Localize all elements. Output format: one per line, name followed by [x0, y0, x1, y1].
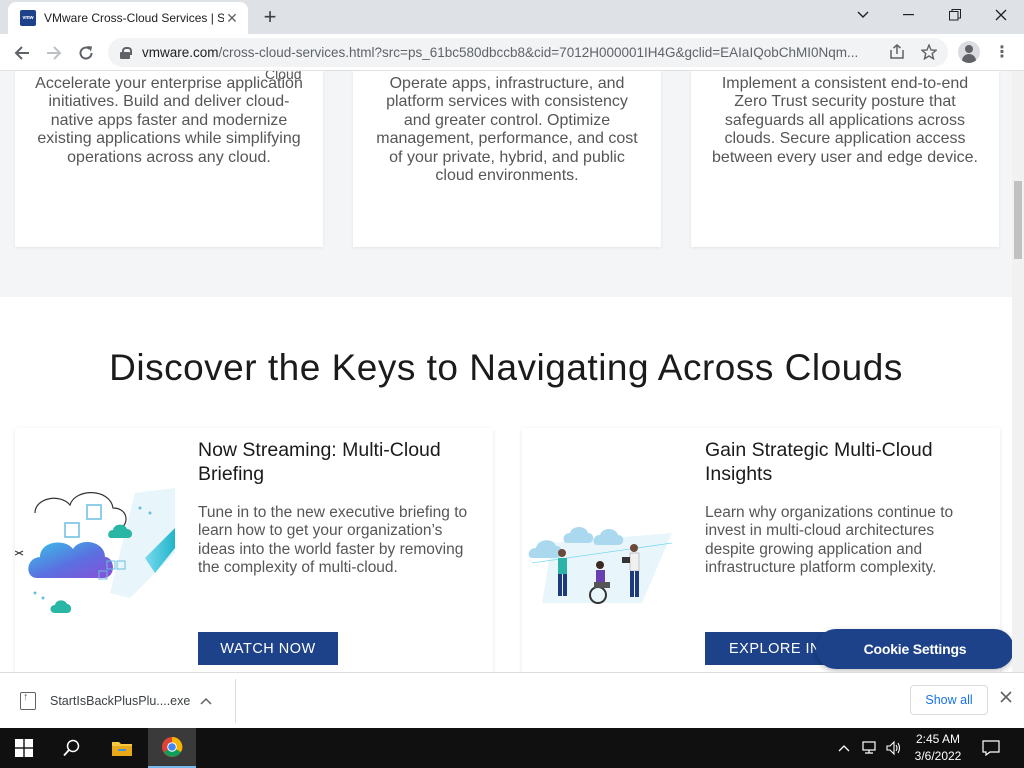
- clock-date: 3/6/2022: [914, 749, 962, 763]
- feature-card-apps: Cloud Accelerate your enterprise applica…: [15, 71, 323, 247]
- chrome-taskbar-icon[interactable]: [148, 728, 196, 768]
- profile-avatar-icon[interactable]: [958, 41, 980, 63]
- clock-time: 2:45 AM: [915, 732, 961, 746]
- network-icon[interactable]: [862, 728, 880, 768]
- watch-now-button[interactable]: WATCH NOW: [198, 632, 338, 665]
- section-title: Discover the Keys to Navigating Across C…: [109, 347, 903, 388]
- address-bar[interactable]: vmware.com/cross-cloud-services.html?src…: [108, 38, 948, 67]
- forward-button[interactable]: [40, 39, 68, 67]
- page-scrollbar[interactable]: [1012, 71, 1024, 672]
- scrollbar-thumb[interactable]: [1014, 181, 1022, 259]
- windows-start-icon[interactable]: [0, 728, 48, 768]
- promo-text: Learn why organizations continue to inve…: [705, 504, 954, 577]
- promo-text: Tune in to the new executive briefing to…: [198, 504, 468, 577]
- notifications-icon[interactable]: [982, 728, 1000, 768]
- vmware-favicon-icon: vmw: [20, 10, 36, 26]
- volume-icon[interactable]: [886, 728, 902, 768]
- cloud-illustration-icon: [14, 483, 180, 623]
- reload-button[interactable]: [72, 39, 100, 67]
- browser-toolbar: vmware.com/cross-cloud-services.html?src…: [0, 34, 1024, 71]
- page-viewport: Cloud Accelerate your enterprise applica…: [0, 71, 1012, 672]
- download-file-name: StartIsBackPlusPlu....exe: [50, 694, 190, 708]
- restore-button[interactable]: [932, 0, 978, 30]
- feature-card-cloud: Operate apps, infrastructure, and platfo…: [353, 71, 661, 247]
- lock-icon[interactable]: [120, 46, 132, 59]
- tab-search-chevron-icon[interactable]: [840, 0, 886, 30]
- download-item[interactable]: StartIsBackPlusPlu....exe: [6, 679, 236, 723]
- browser-tab[interactable]: vmw VMware Cross-Cloud Services | S ✕: [8, 2, 248, 34]
- promo-heading: Gain Strategic Multi-Cloud Insights: [705, 439, 933, 485]
- tab-strip: vmw VMware Cross-Cloud Services | S ✕ +: [0, 0, 1024, 34]
- card-overflow-label: Cloud: [265, 71, 302, 82]
- feature-card-text: Accelerate your enterprise application i…: [35, 75, 303, 166]
- file-explorer-icon[interactable]: [98, 728, 146, 768]
- bookmark-star-icon[interactable]: [920, 43, 938, 62]
- feature-card-security: Implement a consistent end-to-end Zero T…: [691, 71, 999, 247]
- download-shelf: StartIsBackPlusPlu....exe Show all: [0, 672, 1024, 728]
- close-shelf-icon[interactable]: [996, 689, 1016, 709]
- promo-heading: Now Streaming: Multi-Cloud Briefing: [198, 439, 441, 485]
- people-illustration-icon: [522, 483, 687, 623]
- show-all-button[interactable]: Show all: [910, 685, 988, 715]
- cookie-settings-button[interactable]: Cookie Settings: [816, 629, 1012, 669]
- back-button[interactable]: [8, 39, 36, 67]
- windows-taskbar: 2:45 AM 3/6/2022: [0, 728, 1024, 768]
- share-icon[interactable]: [888, 44, 906, 62]
- url-text: vmware.com/cross-cloud-services.html?src…: [142, 45, 882, 60]
- new-tab-button[interactable]: +: [258, 5, 282, 29]
- browser-menu-icon[interactable]: ⋮: [994, 42, 1010, 62]
- tray-chevron-up-icon[interactable]: [838, 728, 850, 768]
- url-path: /cross-cloud-services.html?src=ps_61bc58…: [218, 45, 859, 60]
- close-tab-icon[interactable]: ✕: [224, 10, 240, 26]
- system-clock[interactable]: 2:45 AM 3/6/2022: [906, 731, 970, 765]
- close-window-button[interactable]: [978, 0, 1024, 30]
- promo-card-briefing: Now Streaming: Multi-Cloud Briefing Tune…: [14, 428, 493, 672]
- tab-title: VMware Cross-Cloud Services | S: [44, 11, 224, 25]
- feature-card-text: Implement a consistent end-to-end Zero T…: [712, 75, 978, 166]
- minimize-button[interactable]: [886, 0, 932, 30]
- url-host: vmware.com: [142, 45, 219, 60]
- chevron-up-icon[interactable]: [200, 694, 212, 708]
- download-file-icon: [20, 691, 36, 710]
- feature-card-text: Operate apps, infrastructure, and platfo…: [376, 75, 638, 185]
- search-icon[interactable]: [48, 728, 96, 768]
